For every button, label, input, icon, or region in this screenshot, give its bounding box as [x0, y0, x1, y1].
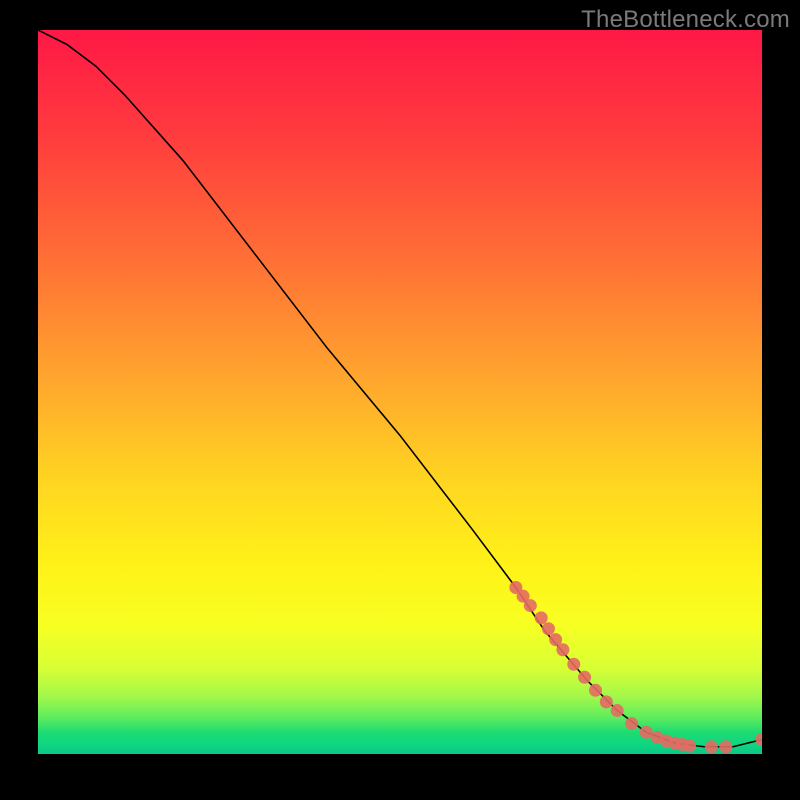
- curve-line: [38, 30, 762, 747]
- marker-dot: [719, 740, 732, 753]
- marker-dot: [524, 599, 537, 612]
- marker-dot: [535, 611, 548, 624]
- marker-dot: [542, 622, 555, 635]
- marker-dot: [589, 684, 602, 697]
- marker-dot: [578, 671, 591, 684]
- marker-layer: [509, 581, 762, 753]
- chart-frame: TheBottleneck.com: [0, 0, 800, 800]
- marker-dot: [756, 733, 763, 746]
- marker-dot: [600, 695, 613, 708]
- chart-overlay: [38, 30, 762, 754]
- marker-dot: [683, 740, 696, 753]
- marker-dot: [705, 740, 718, 753]
- marker-dot: [556, 643, 569, 656]
- marker-dot: [611, 704, 624, 717]
- marker-dot: [625, 717, 638, 730]
- marker-dot: [567, 658, 580, 671]
- plot-area: [38, 30, 762, 754]
